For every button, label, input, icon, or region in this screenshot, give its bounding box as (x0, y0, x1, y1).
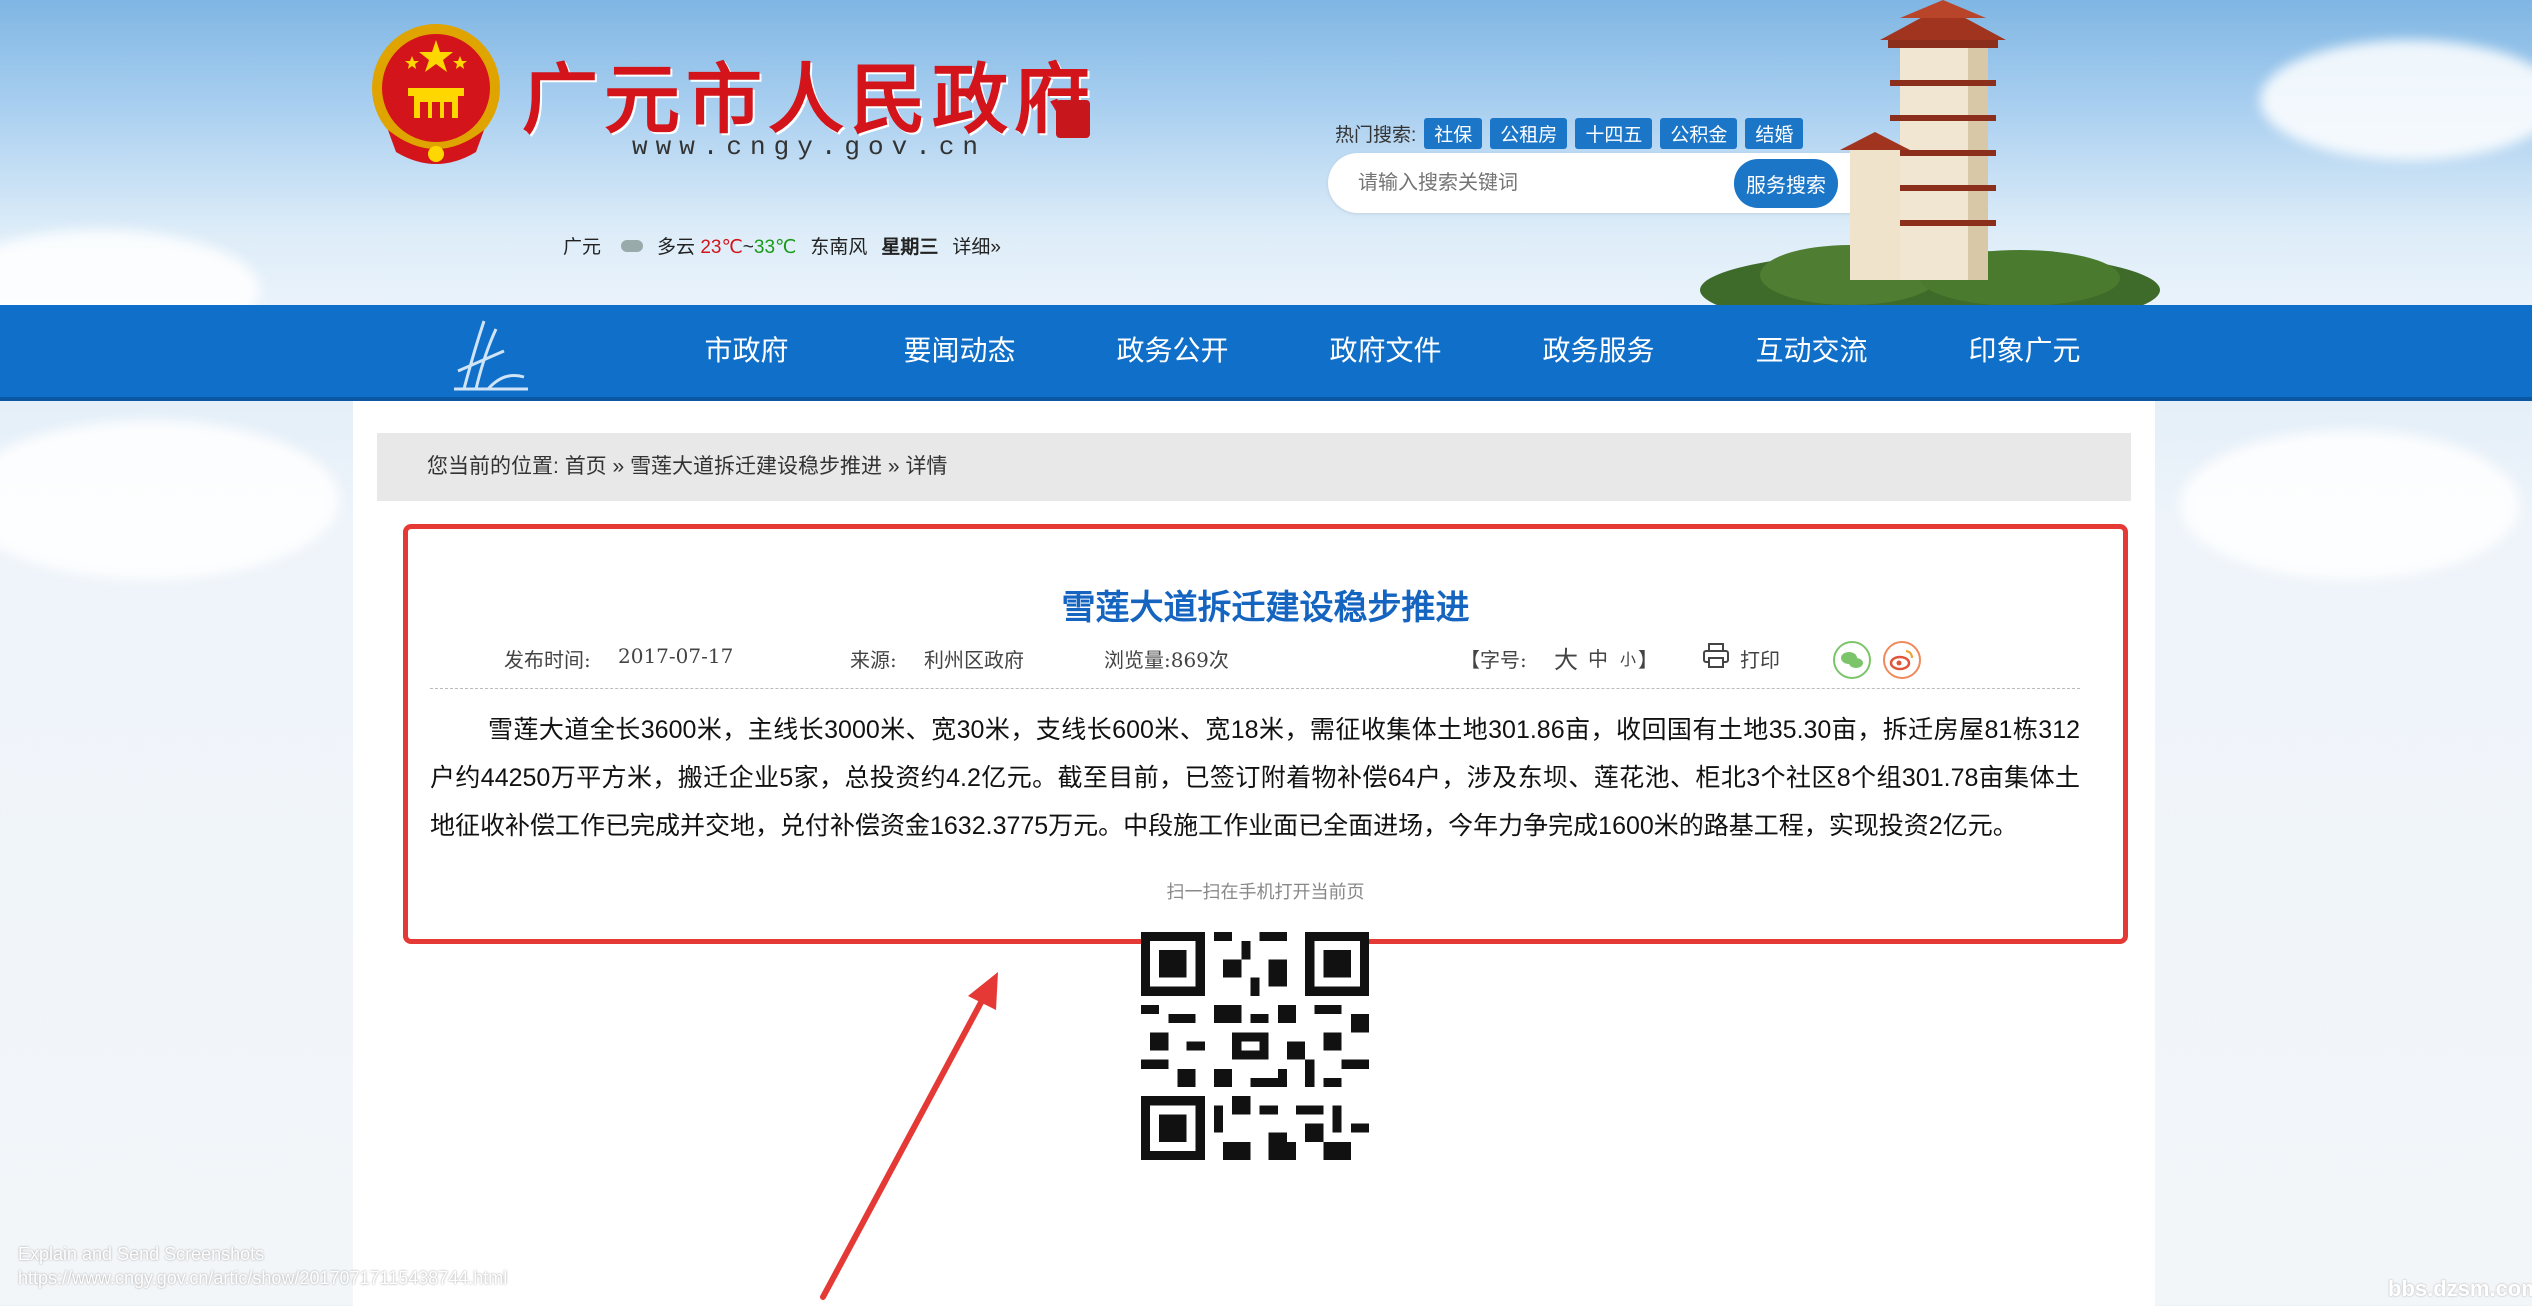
breadcrumb-prefix: 您当前的位置: (427, 455, 559, 478)
qr-code-icon (1141, 932, 1369, 1160)
nav-item-gov-affairs-open[interactable]: 政务公开 (1066, 305, 1279, 397)
nav-item-gov-documents[interactable]: 政府文件 (1279, 305, 1492, 397)
cloud-decoration (0, 230, 260, 305)
weather-detail-link[interactable]: 详细» (952, 232, 1001, 259)
cloud-decoration (0, 420, 340, 580)
weather-wind: 东南风 (810, 237, 868, 258)
cloudy-icon (621, 239, 644, 252)
hot-tag[interactable]: 社保 (1424, 118, 1483, 149)
national-emblem-icon[interactable] (368, 18, 504, 166)
breadcrumb-sep: » (612, 455, 625, 478)
watermark-site: bbs.dzsm.com (2388, 1276, 2532, 1301)
breadcrumb-home[interactable]: 首页 (565, 455, 607, 478)
nav-item-impression[interactable]: 印象广元 (1918, 305, 2131, 397)
breadcrumb-current: 详情 (905, 455, 948, 478)
nav-item-news[interactable]: 要闻动态 (853, 305, 1066, 397)
hot-tag[interactable]: 公租房 (1490, 118, 1568, 149)
search-input[interactable] (1358, 171, 1728, 195)
hot-tag[interactable]: 十四五 (1575, 118, 1653, 149)
pagoda-tower-image (1700, 0, 2160, 305)
watermark-url: https://www.cngy.gov.cn/artic/show/20170… (18, 1268, 508, 1288)
weather-widget: 广元 多云 23℃~33℃ 东南风 星期三 详细» (563, 232, 1001, 259)
weather-temp-high: 23℃ (700, 237, 743, 258)
site-header: 广元市人民政府 www.cngy.gov.cn 广元 多云 23℃~33℃ 东南… (0, 0, 2532, 305)
main-nav: 市政府 要闻动态 政务公开 政府文件 政务服务 互动交流 印象广元 (0, 305, 2532, 401)
seal-stamp-icon (1056, 100, 1090, 138)
nav-items: 市政府 要闻动态 政务公开 政府文件 政务服务 互动交流 印象广元 (640, 305, 2131, 397)
weather-condition: 多云 23℃~33℃ (657, 232, 796, 259)
cloud-decoration (2180, 430, 2520, 580)
highlight-frame (403, 524, 2128, 944)
nav-item-gov-services[interactable]: 政务服务 (1492, 305, 1705, 397)
city-logo-icon[interactable] (444, 311, 534, 395)
breadcrumb-section[interactable]: 雪莲大道拆迁建设稳步推进 (630, 455, 882, 478)
nav-item-interaction[interactable]: 互动交流 (1705, 305, 1918, 397)
weather-temp-sep: ~ (742, 237, 754, 258)
cloud-decoration (2260, 40, 2532, 160)
hot-search-label: 热门搜索: (1335, 125, 1417, 146)
weather-city: 广元 (563, 237, 602, 258)
weather-temp-low: 33℃ (753, 237, 797, 258)
breadcrumb: 您当前的位置: 首页 » 雪莲大道拆迁建设稳步推进 » 详情 (377, 433, 2131, 501)
nav-item-city-gov[interactable]: 市政府 (640, 305, 853, 397)
weather-condition-text: 多云 (657, 237, 696, 258)
breadcrumb-sep: » (887, 455, 900, 478)
weather-weekday: 星期三 (881, 237, 939, 258)
watermark-title: Explain and Send Screenshots (18, 1244, 265, 1264)
site-url: www.cngy.gov.cn (632, 132, 987, 162)
